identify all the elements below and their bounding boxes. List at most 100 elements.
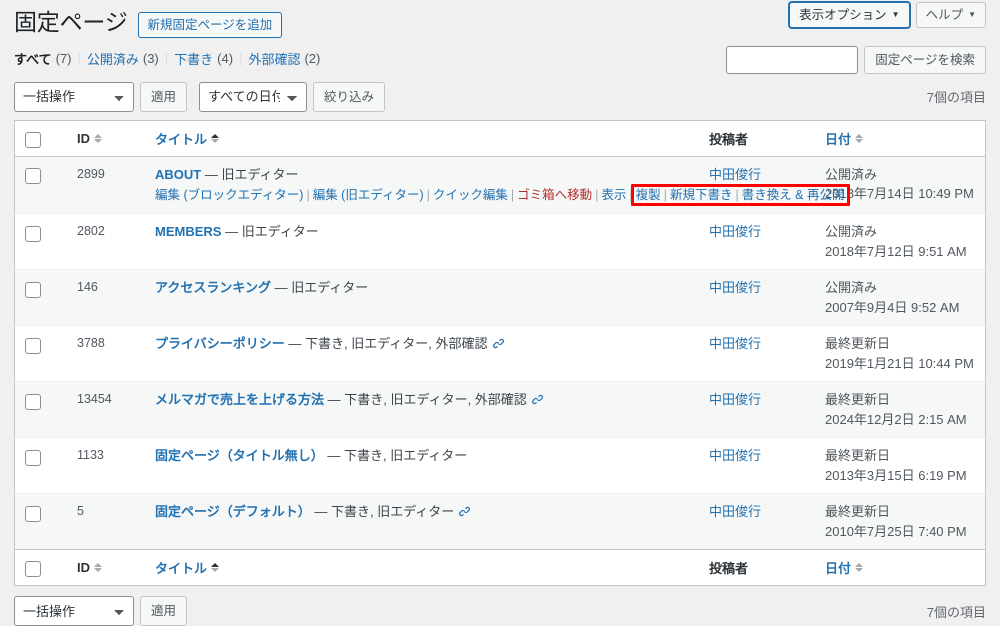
help-button[interactable]: ヘルプ ▼ xyxy=(915,2,986,28)
column-footer-id[interactable]: ID xyxy=(67,549,145,586)
table-body: 2899 ABOUT — 旧エディター 編集 (ブロックエディター) | 編集 (旧エデ… xyxy=(14,156,986,551)
show-options-button[interactable]: 表示オプション ▼ xyxy=(789,2,910,28)
row-date-value: 2019年1月21日 10:44 PM xyxy=(825,355,974,371)
row-date-status: 公開済み xyxy=(825,280,878,296)
sort-indicator-icon[interactable] xyxy=(855,133,864,143)
row-title-cell: 固定ページ（タイトル無し） — 下書き, 旧エディター xyxy=(145,437,699,495)
row-checkbox[interactable] xyxy=(25,449,41,466)
row-title-link[interactable]: メルマガで売上を上げる方法 xyxy=(155,392,324,407)
row-author-link[interactable]: 中田俊行 xyxy=(709,280,761,295)
column-footer-date-link[interactable]: 日付 xyxy=(825,558,864,577)
row-action-5[interactable]: 複製 xyxy=(636,188,661,202)
status-filter-link[interactable]: 公開済み xyxy=(87,49,139,68)
table-row: 5 固定ページ（デフォルト） — 下書き, 旧エディター 中田俊行 最終更新日 2010… xyxy=(14,493,986,551)
sort-indicator-icon[interactable] xyxy=(211,133,220,143)
row-checkbox-cell xyxy=(14,381,67,439)
row-title-link[interactable]: 固定ページ（タイトル無し） xyxy=(155,448,324,463)
status-filter-1: 公開済み (3) xyxy=(87,49,159,68)
column-header-id[interactable]: ID xyxy=(67,120,145,157)
table-head: ID タイトル 投稿者 日付 xyxy=(14,120,986,157)
select-all-checkbox-top[interactable] xyxy=(25,131,41,148)
status-filter-link[interactable]: すべて xyxy=(14,49,52,68)
column-header-date-link[interactable]: 日付 xyxy=(825,129,864,148)
row-title-link[interactable]: アクセスランキング xyxy=(155,280,271,295)
sort-indicator-icon[interactable] xyxy=(855,563,864,573)
status-filter-link[interactable]: 外部確認 xyxy=(248,49,300,68)
row-author-link[interactable]: 中田俊行 xyxy=(709,392,761,407)
row-author-link[interactable]: 中田俊行 xyxy=(709,504,761,519)
bulk-action-select-top[interactable]: 一括操作 xyxy=(14,81,134,112)
row-id-value: 3788 xyxy=(77,336,105,351)
date-filter-select[interactable]: すべての日付 xyxy=(199,81,308,112)
row-author-link[interactable]: 中田俊行 xyxy=(709,167,761,182)
row-author-link[interactable]: 中田俊行 xyxy=(709,448,761,463)
column-footer-date[interactable]: 日付 xyxy=(815,549,986,586)
row-title-link[interactable]: ABOUT xyxy=(155,167,201,182)
bulk-action-select-bottom[interactable]: 一括操作 xyxy=(14,596,134,626)
row-action-3[interactable]: ゴミ箱へ移動 xyxy=(517,188,592,202)
filter-button[interactable]: 絞り込み xyxy=(313,81,386,112)
row-post-state: — 下書き, 旧エディター, 外部確認 xyxy=(327,392,527,408)
row-action-6[interactable]: 新規下書き xyxy=(670,188,733,202)
action-separator: | xyxy=(735,188,739,203)
row-title-link[interactable]: プライバシーポリシー xyxy=(155,336,285,351)
row-checkbox[interactable] xyxy=(25,281,41,298)
row-author-cell: 中田俊行 xyxy=(699,325,815,383)
column-header-date[interactable]: 日付 xyxy=(815,120,986,157)
search-submit-button[interactable]: 固定ページを検索 xyxy=(864,46,986,74)
add-new-page-button[interactable]: 新規固定ページを追加 xyxy=(137,11,283,39)
row-checkbox[interactable] xyxy=(25,225,41,242)
column-footer-title-link[interactable]: タイトル xyxy=(155,558,220,577)
row-author-cell: 中田俊行 xyxy=(699,437,815,495)
row-action-2[interactable]: クイック編集 xyxy=(433,188,508,202)
column-header-title[interactable]: タイトル xyxy=(145,120,699,157)
row-author-link[interactable]: 中田俊行 xyxy=(709,336,761,351)
sort-indicator-icon[interactable] xyxy=(94,563,102,573)
action-separator: | xyxy=(510,188,515,203)
sort-indicator-icon[interactable] xyxy=(211,563,220,573)
row-author-cell: 中田俊行 xyxy=(699,269,815,327)
row-date-cell: 公開済み 2018年7月14日 10:49 PM xyxy=(815,156,986,215)
row-title-cell: 固定ページ（デフォルト） — 下書き, 旧エディター xyxy=(145,493,699,551)
row-checkbox[interactable] xyxy=(25,393,41,410)
row-date-cell: 公開済み 2018年7月12日 9:51 AM xyxy=(815,213,986,271)
sort-indicator-icon[interactable] xyxy=(94,133,102,143)
row-checkbox[interactable] xyxy=(25,337,41,354)
row-title: ABOUT — 旧エディター xyxy=(155,165,689,185)
column-footer-author-label: 投稿者 xyxy=(709,561,749,577)
status-filter-link[interactable]: 下書き xyxy=(174,49,213,68)
row-id-cell: 2802 xyxy=(67,213,145,271)
row-id-cell: 146 xyxy=(67,269,145,327)
chevron-down-icon: ▼ xyxy=(891,10,900,19)
chevron-down-icon: ▼ xyxy=(968,10,976,19)
row-title-link[interactable]: 固定ページ（デフォルト） xyxy=(155,504,311,519)
link-icon xyxy=(458,504,471,524)
status-filter-2: 下書き (4) xyxy=(174,49,233,68)
row-checkbox[interactable] xyxy=(25,505,41,522)
search-input[interactable] xyxy=(726,46,859,74)
row-author-cell: 中田俊行 xyxy=(699,213,815,271)
apply-bulk-action-button-top[interactable]: 適用 xyxy=(140,81,188,112)
row-author-link[interactable]: 中田俊行 xyxy=(709,224,761,239)
admin-page-wrap: 表示オプション ▼ ヘルプ ▼ 固定ページ 新規固定ページを追加 すべて (7) |… xyxy=(0,0,1000,626)
column-header-title-link[interactable]: タイトル xyxy=(155,129,220,148)
row-id-value: 1133 xyxy=(77,448,104,463)
table-footer-row: ID タイトル 投稿者 日付 xyxy=(14,549,986,586)
pages-list-table: ID タイトル 投稿者 日付 2899 ABOUT — 旧エディター 編集 (ブ… xyxy=(14,119,986,587)
column-footer-title[interactable]: タイトル xyxy=(145,549,699,586)
column-footer-id-label: ID xyxy=(77,560,90,576)
row-checkbox[interactable] xyxy=(25,168,41,185)
column-header-id-label: ID xyxy=(77,130,90,146)
row-action-7[interactable]: 書き換え & 再公開 xyxy=(742,188,845,202)
apply-bulk-action-button-bottom[interactable]: 適用 xyxy=(140,596,188,626)
row-action-1[interactable]: 編集 (旧エディター) xyxy=(313,188,424,202)
row-action-0[interactable]: 編集 (ブロックエディター) xyxy=(155,188,303,202)
select-all-checkbox-bottom[interactable] xyxy=(25,560,41,577)
table-row: 13454 メルマガで売上を上げる方法 — 下書き, 旧エディター, 外部確認 中田… xyxy=(14,381,986,439)
row-title-link[interactable]: MEMBERS xyxy=(155,224,221,239)
column-footer-author: 投稿者 xyxy=(699,549,815,586)
row-action-4[interactable]: 表示 xyxy=(601,188,626,202)
row-post-state: — 下書き, 旧エディター xyxy=(327,448,468,464)
table-header-row: ID タイトル 投稿者 日付 xyxy=(14,120,986,157)
action-separator: | xyxy=(306,188,310,203)
